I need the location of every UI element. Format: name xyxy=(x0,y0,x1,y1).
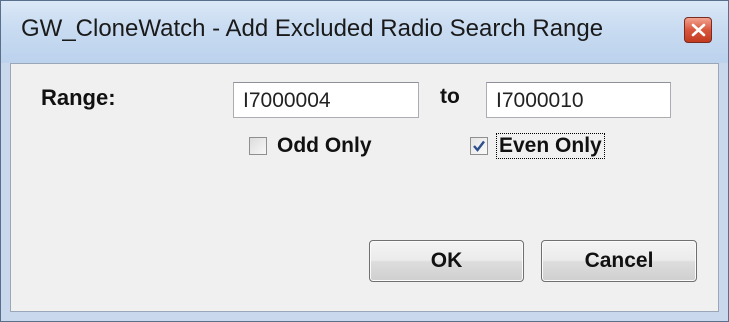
even-only-checkbox[interactable] xyxy=(470,137,488,155)
check-mark-icon xyxy=(473,140,485,152)
ok-button[interactable]: OK xyxy=(369,240,524,282)
odd-only-checkbox[interactable] xyxy=(249,137,267,155)
window-title: GW_CloneWatch - Add Excluded Radio Searc… xyxy=(21,15,604,42)
range-label: Range: xyxy=(41,85,116,110)
title-bar[interactable]: GW_CloneWatch - Add Excluded Radio Searc… xyxy=(1,1,728,63)
range-to-input[interactable]: I7000010 xyxy=(486,82,671,118)
dialog-body: Range: I7000004 to I7000010 Odd Only Eve… xyxy=(10,63,719,312)
cancel-button[interactable]: Cancel xyxy=(541,240,697,282)
odd-only-label[interactable]: Odd Only xyxy=(277,134,372,158)
range-from-input[interactable]: I7000004 xyxy=(233,82,419,118)
to-label: to xyxy=(440,85,460,108)
dialog-window: GW_CloneWatch - Add Excluded Radio Searc… xyxy=(0,0,729,322)
close-button[interactable] xyxy=(684,17,712,43)
close-icon xyxy=(691,23,706,37)
even-only-label[interactable]: Even Only xyxy=(496,133,605,159)
